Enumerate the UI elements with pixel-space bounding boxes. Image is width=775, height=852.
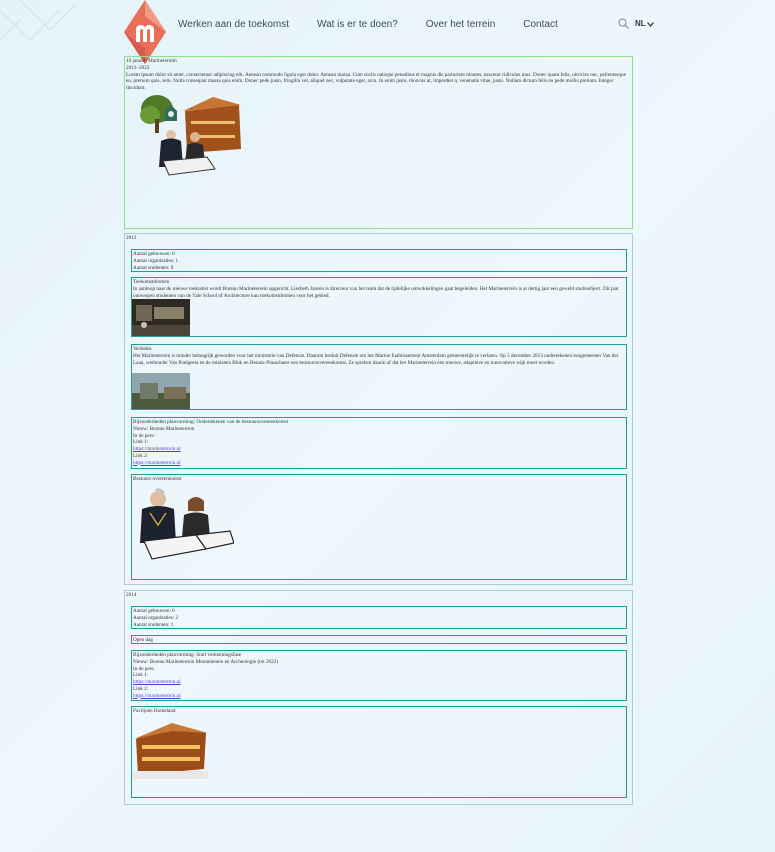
link1-label: Link 1: — [133, 439, 149, 446]
nav-contact[interactable]: Contact — [523, 18, 557, 31]
bijzonderheden-box: Bijzonderheden planvorming: Start verken… — [131, 650, 627, 701]
link1[interactable]: https://marineterrein.nl — [133, 446, 625, 453]
verleden-photo — [132, 373, 190, 409]
bijzonder-planvorming: Bijzonderheden planvorming: Start verken… — [133, 652, 242, 658]
nav-werken[interactable]: Werken aan de toekomst — [178, 18, 289, 31]
link2-label: Link 2: — [133, 452, 149, 459]
paviljoen-title: Paviljoen Homeland — [133, 708, 176, 714]
bijzonder-pers: In de pers: — [133, 665, 155, 672]
open-dag-title: Open dag — [133, 637, 154, 643]
intro-date: 10 januari Marineterrein — [126, 58, 177, 64]
link1-label: Link 1: — [133, 672, 149, 679]
bestuurs-box: Bestuurs overeenkomst — [131, 474, 627, 580]
stat-gebouwen: Aantal gebouwen: 0 — [133, 608, 175, 614]
year-label: 2013 — [126, 235, 137, 241]
bijzonder-planvorming: Bijzonderheden planvorming: Ondertekenen… — [133, 419, 289, 425]
stats-box: Aantal gebouwen: 0 Aantal organisaties: … — [131, 606, 627, 629]
year-section-2014: 2014 Aantal gebouwen: 0 Aantal organisat… — [124, 590, 633, 805]
intro-collage-image — [140, 95, 241, 176]
bijzonderheden-box: Bijzonderheden planvorming: Ondertekenen… — [131, 417, 627, 469]
bestuurs-photo — [140, 488, 234, 560]
decorative-lines — [0, 0, 76, 41]
toekomstdromen-box: Toekomstdromen In aanloop naar de nieuwe… — [131, 277, 627, 337]
verleden-title: Verleden — [133, 346, 152, 352]
stats-box: Aantal gebouwen: 0 Aantal organisaties: … — [131, 249, 627, 272]
stat-gebouwen: Aantal gebouwen: 0 — [133, 251, 175, 257]
toekomst-title: Toekomstdromen — [133, 279, 170, 285]
nav-wat-te-doen[interactable]: Wat is er te doen? — [317, 18, 398, 31]
chevron-down-icon — [646, 21, 654, 27]
nav-over-terrein[interactable]: Over het terrein — [426, 18, 495, 31]
open-dag-box: Open dag — [131, 635, 627, 644]
link2[interactable]: https://marineterrein.nl — [133, 460, 625, 467]
link1[interactable]: https://marineterrein.nl — [133, 679, 625, 686]
stat-organisaties: Aantal organisaties: 1 — [133, 257, 179, 264]
language-label: NL — [635, 19, 646, 28]
intro-range: 2013–2023 — [126, 64, 150, 71]
verleden-box: Verleden Het Marineterrein is minder bel… — [131, 344, 627, 410]
verleden-body: Het Marineterrein is minder belangrijk g… — [133, 352, 619, 366]
marineterrein-logo[interactable] — [124, 0, 166, 64]
stat-studenten: Aantal studenten: 1 — [133, 621, 174, 628]
paviljoen-box: Paviljoen Homeland — [131, 706, 627, 798]
link2-label: Link 2: — [133, 685, 149, 692]
paviljoen-photo — [132, 723, 208, 779]
year-section-2013: 2013 Aantal gebouwen: 0 Aantal organisat… — [124, 233, 633, 585]
language-switch[interactable]: NL — [635, 19, 654, 29]
bijzonder-nieuw: Nieuw: Bureau Marineterrein Monumenten e… — [133, 658, 279, 665]
stat-studenten: Aantal studenten: 0 — [133, 264, 174, 271]
year-label: 2014 — [126, 592, 137, 598]
bijzonder-pers: In de pers: — [133, 432, 155, 439]
main-nav: Werken aan de toekomst Wat is er te doen… — [178, 18, 558, 31]
search-icon[interactable] — [618, 18, 629, 29]
bestuurs-title: Bestuurs overeenkomst — [133, 476, 182, 482]
toekomst-body: In aanloop naar de nieuwe toekomst wordt… — [133, 285, 619, 299]
stat-organisaties: Aantal organisaties: 2 — [133, 614, 179, 621]
bijzonder-nieuw: Nieuw: Bureau Marineterrein — [133, 425, 195, 432]
link2[interactable]: https://marineterrein.nl — [133, 693, 625, 700]
toekomst-photo — [132, 299, 190, 336]
intro-body: Lorem ipsum dolor sit amet, consectetuer… — [126, 71, 626, 92]
intro-section: 10 januari Marineterrein 2013–2023 Lorem… — [124, 56, 633, 229]
